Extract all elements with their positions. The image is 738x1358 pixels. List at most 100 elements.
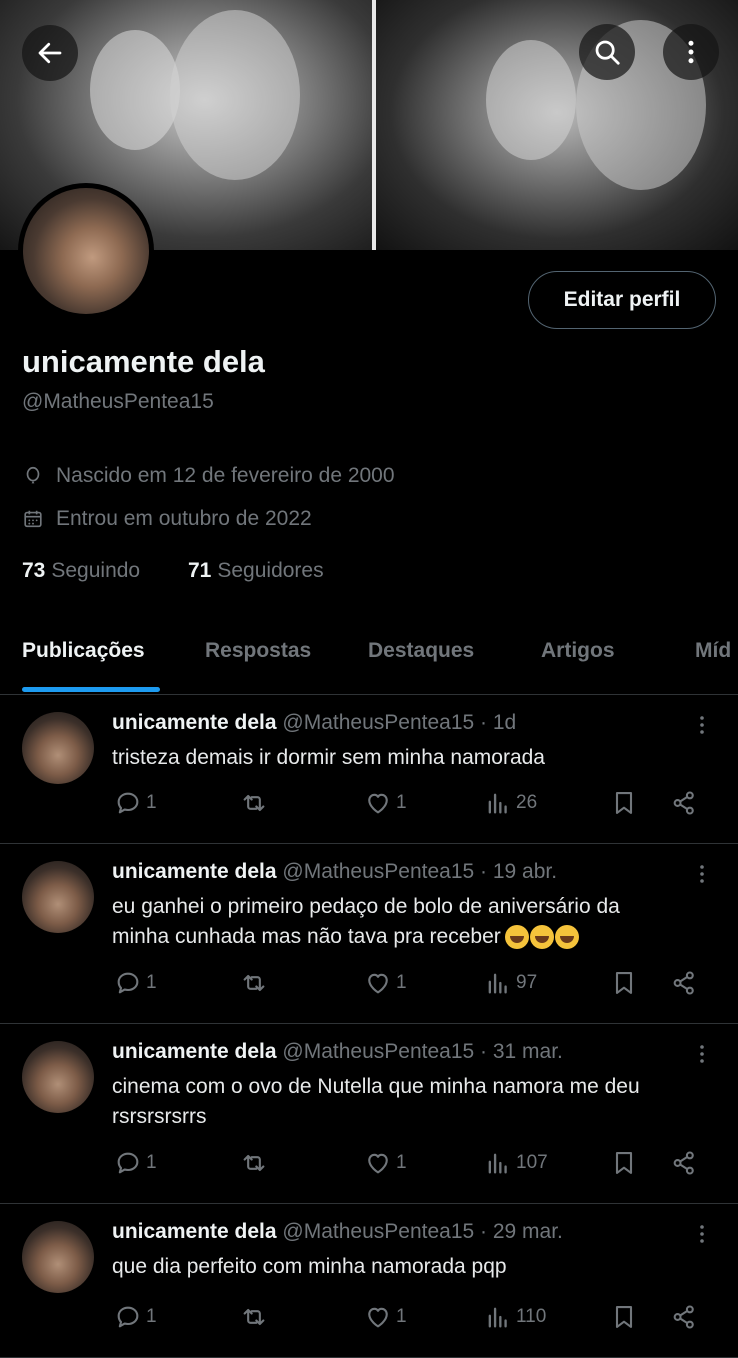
- post-text-line: minha cunhada mas não tava pra receber: [112, 925, 501, 948]
- post[interactable]: unicamente dela @MatheusPentea15 · 29 ma…: [0, 1204, 738, 1358]
- post-author-handle: @MatheusPentea15: [282, 860, 475, 883]
- reply-button[interactable]: 1: [114, 969, 157, 997]
- post-actions: 1 1 107: [0, 1149, 738, 1185]
- bookmark-icon: [615, 1152, 633, 1174]
- like-button[interactable]: 1: [364, 969, 407, 997]
- following-link[interactable]: 73 Seguindo: [22, 559, 140, 583]
- search-button[interactable]: [579, 24, 635, 80]
- post-avatar[interactable]: [22, 1221, 94, 1293]
- views-button[interactable]: 110: [484, 1303, 546, 1331]
- post-author-name[interactable]: unicamente dela: [112, 711, 277, 734]
- views-icon: [488, 793, 507, 814]
- bookmark-button[interactable]: [610, 789, 638, 817]
- share-icon: [673, 791, 694, 815]
- share-icon: [673, 1305, 694, 1329]
- views-icon: [488, 1307, 507, 1328]
- following-label: Seguindo: [51, 559, 141, 582]
- reply-icon: [117, 1152, 139, 1174]
- reply-count: 1: [146, 1152, 157, 1173]
- post-actions: 1 1 97: [0, 969, 738, 1005]
- post-more-icon[interactable]: [690, 862, 714, 886]
- tab-respostas[interactable]: Respostas: [205, 639, 311, 663]
- edit-profile-button[interactable]: Editar perfil: [528, 271, 716, 329]
- like-count: 1: [396, 972, 407, 993]
- bookmark-icon: [615, 792, 633, 814]
- post-header: unicamente dela @MatheusPentea15 · 31 ma…: [112, 1040, 563, 1064]
- post-header: unicamente dela @MatheusPentea15 · 29 ma…: [112, 1220, 563, 1244]
- share-button[interactable]: [670, 969, 698, 997]
- post-more-icon[interactable]: [690, 1222, 714, 1246]
- post-author-name[interactable]: unicamente dela: [112, 1220, 277, 1243]
- profile-tabs: Publicações Respostas Destaques Artigos …: [0, 625, 738, 695]
- tab-midia[interactable]: Míd: [695, 639, 731, 663]
- share-icon: [673, 971, 694, 995]
- more-vertical-icon: [688, 40, 694, 64]
- view-count: 97: [516, 972, 538, 993]
- joined-text: Entrou em outubro de 2022: [56, 507, 312, 530]
- post-author-name[interactable]: unicamente dela: [112, 1040, 277, 1063]
- share-button[interactable]: [670, 1149, 698, 1177]
- repost-icon: [243, 974, 265, 992]
- post[interactable]: unicamente dela @MatheusPentea15 · 1d tr…: [0, 695, 738, 844]
- post-author-name[interactable]: unicamente dela: [112, 860, 277, 883]
- post-actions: 1 1 26: [0, 789, 738, 825]
- tab-artigos[interactable]: Artigos: [541, 639, 615, 663]
- repost-button[interactable]: [240, 1303, 268, 1331]
- tab-publicacoes[interactable]: Publicações: [22, 639, 145, 663]
- arrow-left-icon: [38, 42, 62, 64]
- crying-emoji-icon: [554, 925, 579, 949]
- post-text-line: que dia perfeito com minha namorada pqp: [112, 1255, 507, 1278]
- post-avatar[interactable]: [22, 1041, 94, 1113]
- reply-button[interactable]: 1: [114, 1149, 157, 1177]
- reply-icon: [117, 1306, 139, 1328]
- reply-button[interactable]: 1: [114, 789, 157, 817]
- post-avatar[interactable]: [22, 861, 94, 933]
- share-button[interactable]: [670, 789, 698, 817]
- reply-button[interactable]: 1: [114, 1303, 157, 1331]
- post-avatar[interactable]: [22, 712, 94, 784]
- post-more-icon[interactable]: [690, 1042, 714, 1066]
- views-icon: [488, 1153, 507, 1174]
- back-button[interactable]: [22, 25, 78, 81]
- heart-icon: [368, 973, 388, 994]
- heart-icon: [368, 1153, 388, 1174]
- repost-button[interactable]: [240, 969, 268, 997]
- post[interactable]: unicamente dela @MatheusPentea15 · 19 ab…: [0, 844, 738, 1024]
- more-button[interactable]: [663, 24, 719, 80]
- like-button[interactable]: 1: [364, 1149, 407, 1177]
- crying-emoji-icon: [529, 925, 554, 949]
- share-button[interactable]: [670, 1303, 698, 1331]
- repost-button[interactable]: [240, 1149, 268, 1177]
- post[interactable]: unicamente dela @MatheusPentea15 · 31 ma…: [0, 1024, 738, 1204]
- views-icon: [488, 973, 507, 994]
- repost-button[interactable]: [240, 789, 268, 817]
- active-tab-indicator: [22, 687, 160, 692]
- post-author-handle: @MatheusPentea15: [282, 1220, 475, 1243]
- repost-icon: [243, 794, 265, 812]
- bookmark-icon: [615, 972, 633, 994]
- views-button[interactable]: 97: [484, 969, 537, 997]
- calendar-icon: [24, 510, 42, 528]
- views-button[interactable]: 107: [484, 1149, 548, 1177]
- followers-link[interactable]: 71 Seguidores: [188, 559, 324, 583]
- heart-icon: [368, 1307, 388, 1328]
- post-actions: 1 1 110: [0, 1303, 738, 1339]
- profile-avatar[interactable]: [18, 183, 154, 319]
- views-button[interactable]: 26: [484, 789, 537, 817]
- like-count: 1: [396, 1306, 407, 1327]
- birth-row: Nascido em 12 de fevereiro de 2000: [22, 464, 395, 488]
- reply-count: 1: [146, 1306, 157, 1327]
- bookmark-button[interactable]: [610, 1303, 638, 1331]
- like-count: 1: [396, 792, 407, 813]
- reply-count: 1: [146, 792, 157, 813]
- post-author-handle: @MatheusPentea15: [282, 1040, 475, 1063]
- like-button[interactable]: 1: [364, 789, 407, 817]
- bookmark-button[interactable]: [610, 1149, 638, 1177]
- tab-destaques[interactable]: Destaques: [368, 639, 474, 663]
- repost-icon: [243, 1308, 265, 1326]
- bookmark-icon: [615, 1306, 633, 1328]
- like-button[interactable]: 1: [364, 1303, 407, 1331]
- bookmark-button[interactable]: [610, 969, 638, 997]
- post-more-icon[interactable]: [690, 713, 714, 737]
- post-author-handle: @MatheusPentea15: [282, 711, 475, 734]
